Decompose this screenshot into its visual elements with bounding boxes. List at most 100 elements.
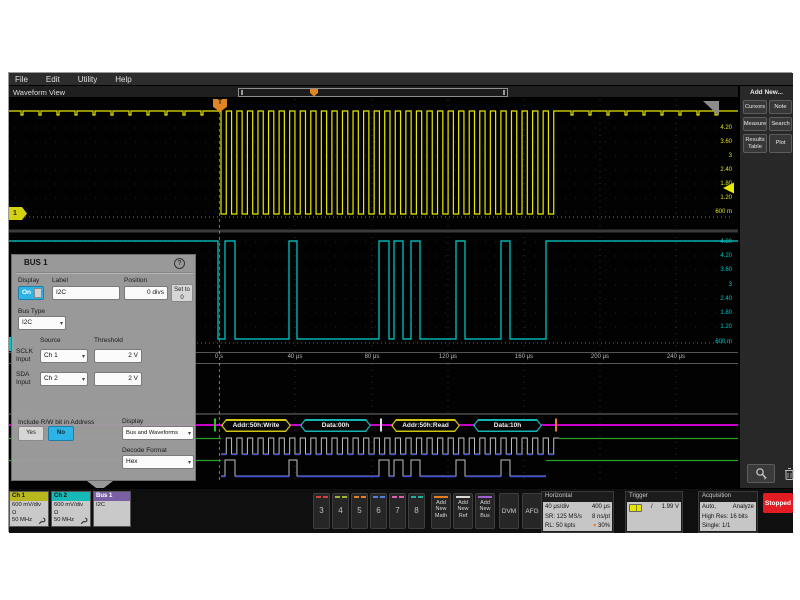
add-new-bus-button[interactable]: Add New Bus <box>475 493 495 529</box>
toggle-on-label: On <box>22 289 31 296</box>
cursors-button[interactable]: Cursors <box>743 100 767 114</box>
scrollbar-left-cap <box>241 90 243 95</box>
channel3-number: 3 <box>314 498 329 524</box>
channel2-coupling: Ω <box>54 510 88 518</box>
horizontal-panel[interactable]: Horizontal 40 μs/div400 μs SR: 125 MS/s8… <box>541 491 614 533</box>
trigger-source-icon <box>629 504 642 512</box>
set-to-zero-button[interactable]: Set to 0 <box>171 284 193 302</box>
run-stop-button[interactable]: Stopped <box>763 493 793 513</box>
bus1-type: I2C <box>96 502 128 510</box>
channel5-button[interactable]: 5 <box>351 493 368 529</box>
bus-type-label: Bus Type <box>18 308 45 315</box>
sclk-threshold-input[interactable]: 2 V <box>94 349 142 363</box>
channel7-button[interactable]: 7 <box>389 493 406 529</box>
vertical-scale-label: 3 <box>692 153 732 159</box>
position-label: Position <box>124 277 147 284</box>
channel8-number: 8 <box>409 498 424 524</box>
channel1-badge[interactable]: Ch 1 600 mV/div Ω 50 MHz <box>9 491 49 527</box>
wrench-icon <box>38 517 46 525</box>
sample-rate: SR: 125 MS/s <box>545 513 582 523</box>
record-length: RL: 50 kpts <box>545 522 575 532</box>
decode-format-label: Decode Format <box>122 447 167 454</box>
vertical-scale-label: 3.60 <box>692 267 732 273</box>
channel1-bandwidth: 50 MHz <box>12 517 32 525</box>
add-new-ref-button[interactable]: Add New Ref <box>453 493 473 529</box>
bus-color-line <box>478 496 492 498</box>
acquisition-resolution: High Res: 16 bits <box>702 513 748 523</box>
horizontal-pan-scrollbar[interactable] <box>238 88 508 97</box>
bottom-settings-bar: Ch 1 600 mV/div Ω 50 MHz Ch 2 600 mV/div… <box>9 488 793 533</box>
menu-edit[interactable]: Edit <box>46 75 60 84</box>
channel2-bandwidth: 50 MHz <box>54 517 74 525</box>
zoom-tool-button[interactable] <box>747 464 775 483</box>
channel4-button[interactable]: 4 <box>332 493 349 529</box>
display-mode-value: Bus and Waveforms <box>126 430 178 436</box>
rw-no-button[interactable]: No <box>48 426 74 441</box>
bus-decode-box: Addr:50h:Write <box>221 419 291 432</box>
channel1-badge-header: Ch 1 <box>10 492 48 501</box>
trigger-title: Trigger <box>626 492 682 500</box>
vertical-scale-label: 600 m <box>692 209 732 215</box>
horizontal-title: Horizontal <box>542 492 613 500</box>
time-axis-label: 40 μs <box>278 354 312 360</box>
sclk-source-dropdown[interactable]: Ch 1 ▾ <box>40 349 88 363</box>
bus-decode-box: Data:10h <box>473 419 542 432</box>
time-axis-label: 240 μs <box>659 354 693 360</box>
channel1-scale: 600 mV/div <box>12 502 46 510</box>
trigger-position-percent: 30% <box>598 523 610 529</box>
menu-bar: File Edit Utility Help <box>9 73 793 86</box>
bus1-badge[interactable]: Bus 1 I2C <box>93 491 131 527</box>
source-header: Source <box>40 337 61 344</box>
label-label: Label <box>52 277 68 284</box>
vertical-scale-label: 4.20 <box>692 253 732 259</box>
plot-button[interactable]: Plot <box>769 134 792 153</box>
time-axis-label: 80 μs <box>355 354 389 360</box>
afg-button[interactable]: AFG <box>522 493 542 529</box>
results-table-button[interactable]: Results Table <box>743 134 767 153</box>
channel7-number: 7 <box>390 498 405 524</box>
trigger-position-marker-icon[interactable] <box>310 89 318 97</box>
menu-file[interactable]: File <box>15 75 28 84</box>
channel2-scale: 600 mV/div <box>54 502 88 510</box>
chevron-down-icon: ▾ <box>188 457 191 469</box>
channel6-button[interactable]: 6 <box>370 493 387 529</box>
channel4-number: 4 <box>333 498 348 524</box>
decode-format-dropdown[interactable]: Hex ▾ <box>122 455 194 469</box>
trash-button[interactable] <box>782 464 796 483</box>
acquisition-analyze: Analyze <box>733 503 754 513</box>
bus-label-input[interactable]: I2C <box>52 286 120 300</box>
waveform-view-title: Waveform View <box>13 88 65 97</box>
add-ref-label: Add New Ref <box>454 500 472 519</box>
dvm-button[interactable]: DVM <box>499 493 519 529</box>
add-math-label: Add New Math <box>432 500 450 519</box>
trigger-slope-icon: / <box>651 503 653 513</box>
channel2-badge[interactable]: Ch 2 600 mV/div Ω 50 MHz <box>51 491 91 527</box>
display-mode-dropdown[interactable]: Bus and Waveforms ▾ <box>122 426 194 440</box>
channel3-button[interactable]: 3 <box>313 493 330 529</box>
wrench-icon <box>80 517 88 525</box>
measure-button[interactable]: Measure <box>743 117 767 131</box>
acquisition-title: Acquisition <box>699 492 757 500</box>
acquisition-panel[interactable]: Acquisition Auto,Analyze High Res: 16 bi… <box>698 491 758 533</box>
bus-type-dropdown[interactable]: I2C ▾ <box>18 316 66 330</box>
trigger-panel[interactable]: Trigger / 1.99 V <box>625 491 683 533</box>
menu-utility[interactable]: Utility <box>78 75 98 84</box>
menu-help[interactable]: Help <box>115 75 131 84</box>
help-icon[interactable]: ? <box>174 258 185 269</box>
channel8-button[interactable]: 8 <box>408 493 425 529</box>
note-button[interactable]: Note <box>769 100 792 114</box>
channel5-number: 5 <box>352 498 367 524</box>
waveform-view-titlebar: Waveform View <box>9 86 738 98</box>
rw-yes-button[interactable]: Yes <box>18 426 44 441</box>
search-button[interactable]: Search <box>769 117 792 131</box>
time-axis-label: 120 μs <box>431 354 465 360</box>
position-input[interactable]: 0 divs <box>124 286 168 300</box>
display-toggle[interactable]: On <box>18 286 44 300</box>
sda-source-dropdown[interactable]: Ch 2 ▾ <box>40 372 88 386</box>
sda-threshold-input[interactable]: 2 V <box>94 372 142 386</box>
add-new-title: Add New... <box>740 89 793 96</box>
add-new-math-button[interactable]: Add New Math <box>431 493 451 529</box>
time-axis-label: 0 s <box>202 354 236 360</box>
rw-bit-label: Include R/W bit in Address <box>18 419 94 426</box>
vertical-scale-label: 600 m <box>692 339 732 345</box>
